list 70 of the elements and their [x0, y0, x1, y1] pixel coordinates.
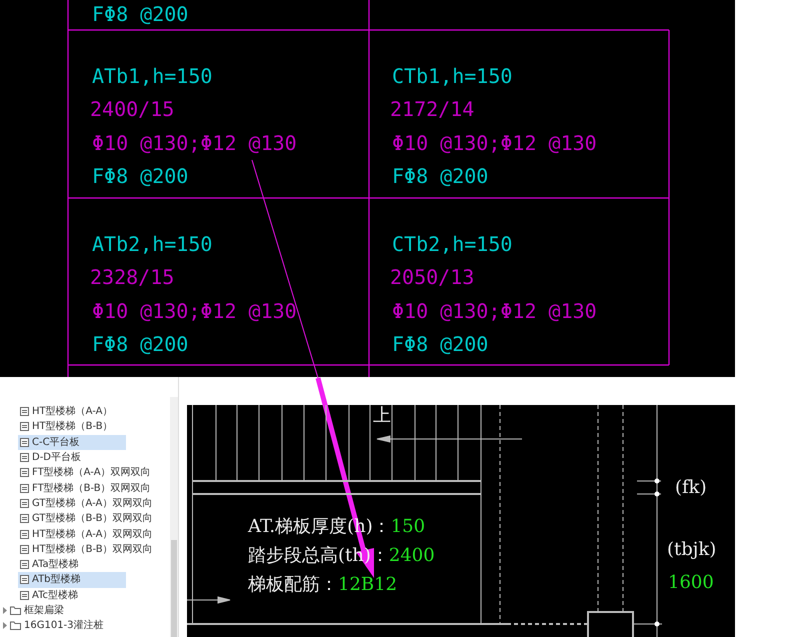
cad-text: FΦ8 @200	[92, 2, 188, 26]
parameter-label: 梯板配筋：12B12	[248, 574, 398, 595]
tree-item-label: FT型楼梯（A-A）双网双向	[32, 466, 151, 480]
document-icon	[20, 590, 29, 600]
tree-item[interactable]: D-D平台板	[18, 450, 126, 466]
tree-item[interactable]: HT型楼梯（A-A）	[18, 404, 126, 420]
up-label: 上	[373, 405, 391, 426]
document-icon	[20, 484, 29, 493]
cad-text: 2050/13	[390, 265, 474, 289]
tree-item-label: ATb型楼梯	[32, 573, 81, 586]
document-icon	[20, 544, 29, 554]
tree-item[interactable]: GT型楼梯（B-B）双网双向	[18, 511, 154, 526]
tree-item-label: D-D平台板	[32, 451, 82, 464]
tree-item[interactable]: FT型楼梯（B-B）双网双向	[18, 480, 153, 496]
cad-text: FΦ8 @200	[92, 332, 188, 356]
tree-item-label: ATc型楼梯	[32, 588, 78, 602]
tree-item-label: 框架扁梁	[24, 604, 64, 617]
tree-item[interactable]: HT型楼梯（A-A）双网双向	[18, 526, 154, 542]
document-icon	[20, 453, 29, 462]
cad-text: ATb1,h=150	[92, 64, 212, 88]
tree-item-label: C-C平台板	[32, 436, 80, 449]
document-icon	[20, 438, 29, 447]
tree-item[interactable]: ATc型楼梯	[18, 588, 126, 603]
cad-text: 2172/14	[390, 97, 474, 121]
tree-item[interactable]: C-C平台板	[18, 434, 126, 450]
tree-item[interactable]: ATa型楼梯	[18, 556, 126, 572]
dimension-label: (fk)	[675, 477, 707, 498]
document-icon	[20, 468, 29, 478]
document-icon	[20, 422, 29, 432]
cad-text: 2328/15	[90, 265, 174, 289]
tree-item[interactable]: FT型楼梯（A-A）双网双向	[18, 465, 153, 480]
cad-text: FΦ8 @200	[392, 164, 488, 188]
cad-text: Φ10 @130;Φ12 @130	[92, 131, 297, 155]
cad-text: CTb2,h=150	[392, 232, 512, 256]
tree-item-label: ATa型楼梯	[32, 558, 79, 572]
document-icon	[20, 575, 29, 584]
folder-icon	[10, 621, 21, 630]
tree-item-label: HT型楼梯（B-B）双网双向	[32, 542, 153, 556]
tree-item[interactable]: 16G101-3灌注桩	[2, 618, 104, 634]
document-icon	[20, 498, 29, 508]
cad-text: FΦ8 @200	[392, 332, 488, 356]
dimension-label: (tbjk)	[667, 539, 716, 560]
document-icon	[20, 407, 29, 416]
tree-item[interactable]: ATb型楼梯	[18, 572, 126, 588]
tree-item-label: GT型楼梯（A-A）双网双向	[32, 496, 152, 510]
tree-item[interactable]: GT型楼梯（A-A）双网双向	[18, 496, 154, 512]
document-icon	[20, 560, 29, 570]
tree-item[interactable]: 框架扁梁	[2, 602, 64, 618]
folder-icon	[10, 606, 21, 615]
cad-text: ATb2,h=150	[92, 232, 212, 256]
tree-item-label: 16G101-3灌注桩	[24, 619, 104, 632]
tree-item-label: HT型楼梯（A-A）	[32, 405, 112, 418]
tree-item-label: FT型楼梯（B-B）双网双向	[32, 482, 151, 495]
cad-text: Φ10 @130;Φ12 @130	[392, 299, 597, 323]
tree-item-label: GT型楼梯（B-B）双网双向	[32, 512, 152, 526]
document-icon	[20, 514, 29, 524]
tree-item-label: HT型楼梯（B-B）	[32, 420, 113, 434]
cad-text: Φ10 @130;Φ12 @130	[392, 131, 597, 155]
cad-text: CTb1,h=150	[392, 64, 512, 88]
expand-arrow-icon[interactable]	[2, 622, 7, 630]
tree-item[interactable]: HT型楼梯（B-B）双网双向	[18, 542, 155, 557]
dimension-value: 1600	[668, 572, 714, 593]
cad-text: 2400/15	[90, 97, 174, 121]
tree-item[interactable]: HT型楼梯（B-B）	[18, 419, 126, 435]
scrollbar-thumb[interactable]	[171, 540, 177, 637]
expand-arrow-icon[interactable]	[2, 607, 7, 614]
document-icon	[20, 530, 29, 539]
cad-text: FΦ8 @200	[92, 164, 188, 188]
tree-item-label: HT型楼梯（A-A）双网双向	[32, 528, 152, 541]
cad-text: Φ10 @130;Φ12 @130	[92, 299, 297, 323]
